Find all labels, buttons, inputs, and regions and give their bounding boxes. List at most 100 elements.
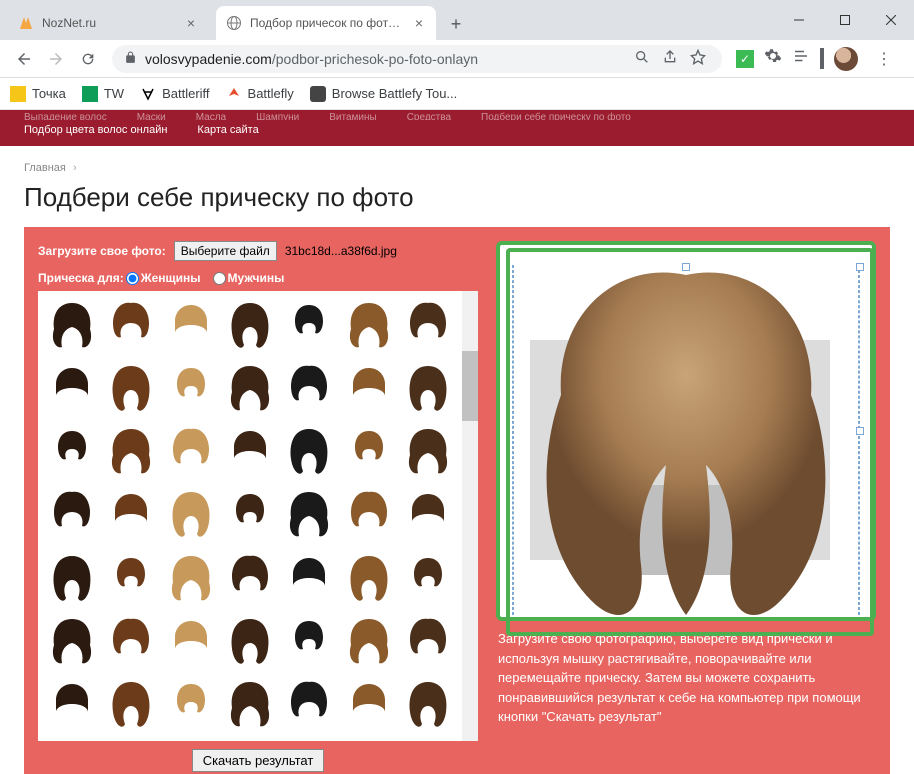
extension-list-icon[interactable] — [792, 47, 810, 70]
tab-noznet[interactable]: NozNet.ru × — [8, 6, 208, 40]
hairstyle-option[interactable] — [282, 486, 337, 542]
bookmark-tw[interactable]: TW — [82, 86, 124, 102]
hairstyle-option[interactable] — [401, 360, 456, 416]
bookmark-battlefly[interactable]: Battlefly — [226, 86, 294, 102]
hairstyle-option[interactable] — [103, 423, 158, 479]
hairstyle-option[interactable] — [401, 676, 456, 732]
selection-guide — [858, 265, 860, 615]
hairstyle-option[interactable] — [222, 360, 277, 416]
hair-overlay[interactable] — [526, 255, 846, 621]
nav-item[interactable]: Средства — [407, 112, 451, 118]
hairstyle-option[interactable] — [341, 297, 396, 353]
bookmark-battleriff[interactable]: Battleriff — [140, 86, 209, 102]
download-result-button[interactable]: Скачать результат — [192, 749, 325, 772]
nav-item[interactable]: Маски — [137, 112, 166, 118]
maximize-button[interactable] — [822, 0, 868, 40]
hairstyle-option[interactable] — [44, 486, 99, 542]
hairstyle-option[interactable] — [163, 613, 218, 669]
hairstyle-option[interactable] — [341, 423, 396, 479]
hairstyle-option[interactable] — [341, 360, 396, 416]
close-window-button[interactable] — [868, 0, 914, 40]
close-icon[interactable]: × — [184, 16, 198, 30]
hairstyle-option[interactable] — [282, 297, 337, 353]
hairstyle-option[interactable] — [103, 360, 158, 416]
profile-avatar[interactable] — [834, 47, 858, 71]
hairstyle-option[interactable] — [44, 297, 99, 353]
preview-frame[interactable] — [496, 241, 876, 621]
hairstyle-option[interactable] — [103, 297, 158, 353]
hairstyle-option[interactable] — [163, 360, 218, 416]
hairstyle-option[interactable] — [401, 486, 456, 542]
selection-handle[interactable] — [856, 263, 864, 271]
hairstyle-option[interactable] — [222, 486, 277, 542]
star-icon[interactable] — [690, 49, 706, 68]
hairstyle-option[interactable] — [282, 360, 337, 416]
extension-checkmark-icon[interactable]: ✓ — [736, 50, 754, 68]
hairstyle-option[interactable] — [103, 486, 158, 542]
nav-item[interactable]: Выпадение волос — [24, 112, 107, 118]
hairstyle-option[interactable] — [282, 676, 337, 732]
hairstyle-option[interactable] — [44, 360, 99, 416]
hairstyle-option[interactable] — [44, 550, 99, 606]
hairstyle-option[interactable] — [282, 613, 337, 669]
hairstyle-option[interactable] — [222, 423, 277, 479]
choose-file-button[interactable]: Выберите файл — [174, 241, 277, 261]
hairstyle-option[interactable] — [282, 423, 337, 479]
menu-button[interactable]: ⋮ — [868, 49, 900, 69]
hairstyle-option[interactable] — [103, 550, 158, 606]
hairstyle-option[interactable] — [401, 550, 456, 606]
nav-item[interactable]: Шампуни — [256, 112, 299, 118]
address-bar[interactable]: volosvypadenie.com/podbor-prichesok-po-f… — [112, 45, 722, 73]
hairstyle-option[interactable] — [163, 423, 218, 479]
extension-square-icon[interactable] — [820, 50, 824, 68]
reload-button[interactable] — [74, 45, 102, 73]
hairstyle-option[interactable] — [222, 297, 277, 353]
hairstyle-option[interactable] — [401, 297, 456, 353]
hairstyle-option[interactable] — [44, 423, 99, 479]
back-button[interactable] — [10, 45, 38, 73]
search-icon[interactable] — [634, 49, 650, 68]
nav-item[interactable]: Подбор цвета волос онлайн — [24, 124, 167, 136]
tool-panel: Загрузите свое фото: Выберите файл 31bc1… — [24, 227, 890, 774]
hairstyle-option[interactable] — [163, 486, 218, 542]
hairstyle-option[interactable] — [401, 613, 456, 669]
new-tab-button[interactable]: + — [442, 10, 470, 38]
radio-women[interactable] — [126, 272, 139, 285]
gender-label: Прическа для: — [38, 271, 124, 285]
close-icon[interactable]: × — [412, 16, 426, 30]
url-host: volosvypadenie.com — [145, 51, 272, 67]
bookmark-battlefy[interactable]: Browse Battlefy Tou... — [310, 86, 458, 102]
bookmark-tochka[interactable]: Точка — [10, 86, 66, 102]
minimize-button[interactable] — [776, 0, 822, 40]
radio-men[interactable] — [213, 272, 226, 285]
radio-women-label[interactable]: Женщины — [141, 271, 201, 285]
extension-gear-icon[interactable] — [764, 47, 782, 70]
hairstyle-option[interactable] — [282, 550, 337, 606]
hairstyle-option[interactable] — [44, 676, 99, 732]
hairstyle-option[interactable] — [341, 486, 396, 542]
hairstyle-option[interactable] — [341, 550, 396, 606]
hairstyle-option[interactable] — [222, 676, 277, 732]
hairstyle-option[interactable] — [163, 297, 218, 353]
hairstyle-option[interactable] — [401, 423, 456, 479]
radio-men-label[interactable]: Мужчины — [228, 271, 285, 285]
hairstyle-option[interactable] — [341, 613, 396, 669]
hairstyle-option[interactable] — [103, 613, 158, 669]
share-icon[interactable] — [662, 49, 678, 68]
forward-button[interactable] — [42, 45, 70, 73]
hairstyle-option[interactable] — [103, 676, 158, 732]
hairstyle-option[interactable] — [163, 676, 218, 732]
nav-item[interactable]: Карта сайта — [197, 124, 258, 136]
breadcrumb-home[interactable]: Главная — [24, 162, 66, 174]
hairstyle-option[interactable] — [163, 550, 218, 606]
selection-handle[interactable] — [856, 427, 864, 435]
nav-item[interactable]: Витамины — [329, 112, 376, 118]
scrollbar-thumb[interactable] — [462, 351, 478, 421]
tab-hairpicker[interactable]: Подбор причесок по фото онла × — [216, 6, 436, 40]
hairstyle-option[interactable] — [222, 613, 277, 669]
hairstyle-option[interactable] — [222, 550, 277, 606]
nav-item[interactable]: Подбери себе прическу по фото — [481, 112, 631, 118]
hairstyle-option[interactable] — [341, 676, 396, 732]
nav-item[interactable]: Масла — [196, 112, 226, 118]
hairstyle-option[interactable] — [44, 613, 99, 669]
